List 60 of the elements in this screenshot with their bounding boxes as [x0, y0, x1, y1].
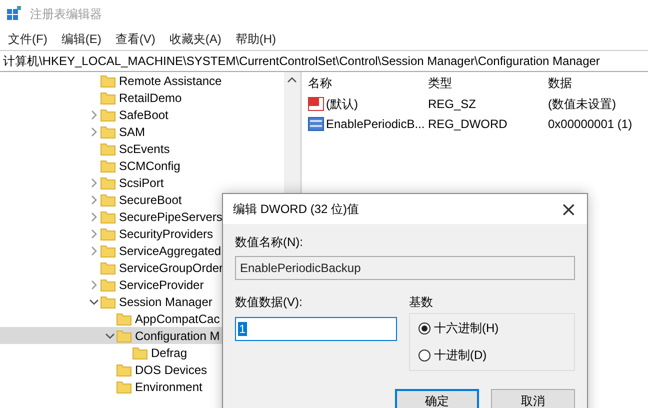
field-label: 数值名称(N):: [235, 234, 304, 251]
folder-icon: [116, 362, 132, 376]
address-bar[interactable]: 计算机\HKEY_LOCAL_MACHINE\SYSTEM\CurrentControlSet\Control\Session Manager\Configuration Manager: [0, 50, 648, 72]
string-value-icon: [308, 97, 324, 111]
binary-value-icon: [308, 117, 324, 131]
menu-item[interactable]: 查看(V): [109, 28, 162, 50]
registry-icon: [6, 6, 22, 22]
column-header[interactable]: 类型: [428, 74, 548, 92]
column-header[interactable]: 数据: [548, 74, 648, 92]
folder-icon: [100, 244, 116, 258]
tree-item[interactable]: ScEvents: [0, 140, 284, 157]
value-data: (数值未设置): [548, 96, 617, 112]
value-name[interactable]: EnablePeriodicB...: [326, 117, 425, 131]
folder-icon: [100, 278, 116, 292]
menu-item[interactable]: 收藏夹(A): [163, 28, 228, 50]
scroll-up-icon[interactable]: [287, 76, 297, 84]
radio-icon[interactable]: [418, 349, 431, 362]
value-name[interactable]: (默认): [326, 96, 358, 112]
menu-item[interactable]: 帮助(H): [229, 28, 282, 50]
close-button[interactable]: ×: [550, 197, 587, 221]
folder-icon: [116, 380, 132, 394]
folder-icon: [100, 108, 116, 122]
dialog-title: 编辑 DWORD (32 位)值: [233, 200, 359, 218]
folder-icon: [100, 74, 116, 88]
folder-icon: [100, 124, 116, 138]
folder-icon: [100, 90, 116, 104]
dialog-button[interactable]: 确定: [395, 389, 479, 408]
menu-item[interactable]: 文件(F): [2, 28, 54, 50]
radio-icon[interactable]: [418, 322, 431, 335]
folder-icon: [100, 210, 116, 224]
column-header[interactable]: 名称: [302, 74, 428, 92]
folder-icon: [100, 176, 116, 190]
name-field[interactable]: EnablePeriodicBackup: [235, 256, 575, 280]
tree-item[interactable]: Defrag: [0, 344, 284, 361]
tree-item[interactable]: Environment: [0, 378, 284, 395]
tree-item[interactable]: Remote Assistance: [0, 72, 284, 89]
field-label: 数值数据(V):: [235, 294, 304, 311]
folder-icon: [100, 260, 116, 274]
folder-icon: [116, 328, 132, 342]
value-type: REG_DWORD: [428, 117, 508, 131]
tree-item[interactable]: SCMConfig: [0, 157, 284, 174]
tree-item[interactable]: ScsiPort: [0, 174, 284, 191]
folder-icon: [100, 294, 116, 308]
folder-icon: [100, 142, 116, 156]
tree-item[interactable]: SafeBoot: [0, 106, 284, 123]
tree-item[interactable]: DOS Devices: [0, 361, 284, 378]
data-field[interactable]: 1: [235, 317, 397, 341]
tree-item[interactable]: RetailDemo: [0, 89, 284, 106]
radio-button[interactable]: 十六进制(H): [418, 320, 566, 337]
value-type: REG_SZ: [428, 97, 478, 111]
folder-icon: [100, 226, 116, 240]
group-title: 基数: [409, 294, 434, 311]
menu-item[interactable]: 编辑(E): [55, 28, 108, 50]
window-title: 注册表编辑器: [30, 6, 102, 22]
dialog-button[interactable]: 取消: [491, 389, 575, 408]
value-data: 0x00000001 (1): [548, 117, 634, 131]
folder-icon: [100, 192, 116, 206]
radio-button[interactable]: 十进制(D): [418, 347, 566, 364]
folder-icon: [100, 158, 116, 172]
tree-item[interactable]: SAM: [0, 123, 284, 140]
